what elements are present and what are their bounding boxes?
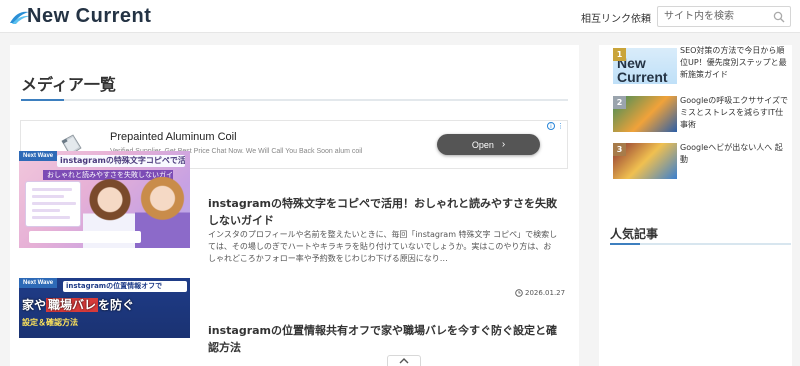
article-excerpt: インスタのプロフィールや名前を整えたいときに、毎回「instagram 特殊文字… — [208, 230, 558, 263]
ad-choices-badge[interactable]: i ⋮ — [547, 122, 564, 130]
ad-title[interactable]: Prepainted Aluminum Coil — [110, 131, 237, 143]
popular-thumbnail[interactable]: 2 — [613, 96, 677, 132]
search-icon[interactable] — [773, 11, 785, 23]
back-to-top-button[interactable] — [387, 355, 421, 366]
phone-illustration — [25, 181, 81, 227]
thumbnail-banner: instagramの位置情報オフで — [63, 281, 187, 292]
rank-badge: 3 — [613, 143, 626, 156]
article-title[interactable]: instagramの位置情報共有オフで家や職場バレを今すぐ防ぐ設定と確認方法 — [208, 322, 558, 356]
popular-thumbnail[interactable]: 3 — [613, 143, 677, 179]
popular-articles-heading: 人気記事 — [610, 227, 659, 241]
ad-more-icon: ⋮ — [557, 122, 564, 130]
thumbnail-headline-highlight: 職場バレ — [46, 298, 99, 312]
clock-icon — [515, 289, 523, 297]
popular-article-title[interactable]: Googleの呼吸エクササイズでミスとストレスを減らすIT仕事術 — [680, 95, 790, 131]
article-title[interactable]: instagramの特殊文字をコピペで活用！おしゃれと読みやすさを失敗しないガイ… — [208, 195, 558, 229]
logo-text: New Current — [27, 4, 152, 27]
title-underline-accent — [21, 99, 64, 101]
popular-thumbnail-logo: New Current — [617, 55, 668, 84]
rank-badge: 2 — [613, 96, 626, 109]
popular-article-title[interactable]: SEO対策の方法で今日から順位UP！優先度別ステップと最新施策ガイド — [680, 45, 790, 81]
character-illustration — [135, 177, 190, 248]
thumbnail-tag: Next Wave — [19, 278, 58, 288]
page-title: メディア一覧 — [21, 75, 116, 94]
ad-open-button[interactable]: Open › — [437, 134, 540, 155]
chevron-up-icon — [399, 358, 409, 364]
thumbnail-headline-part: 家や — [22, 298, 47, 312]
thumbnail-headline: 家や 職場バレ を防ぐ — [22, 296, 187, 314]
thumbnail-banner: instagramの特殊文字コピペで活用！ — [57, 155, 185, 167]
title-underline — [21, 99, 568, 101]
thumbnail-tag: Next Wave — [19, 151, 58, 161]
mutual-link-request-link[interactable]: 相互リンク依頼 — [581, 10, 651, 25]
article-date: 2026.01.27 — [515, 289, 565, 297]
popular-articles-widget: 人気記事 — [599, 210, 792, 366]
thumbnail-headline-part: を防ぐ — [98, 298, 135, 312]
article-thumbnail[interactable]: Next Wave instagramの位置情報オフで 家や 職場バレ を防ぐ 設定… — [19, 278, 190, 338]
article-thumbnail[interactable]: Next Wave instagramの特殊文字コピペで活用！ おしゃれと読みや… — [19, 151, 190, 248]
popular-article-title[interactable]: Googleヘビが出ない人へ 起動 — [680, 142, 790, 166]
heading-underline-accent — [610, 243, 640, 245]
thumbnail-caption-box — [29, 231, 141, 243]
article-date-text: 2026.01.27 — [525, 289, 566, 297]
popular-thumbnail[interactable]: New Current 1 — [613, 48, 677, 84]
thumbnail-subheadline: 設定＆確認方法 — [22, 318, 78, 327]
search-input[interactable] — [658, 7, 770, 26]
ad-open-label: Open — [471, 139, 494, 150]
site-logo[interactable]: New Current — [9, 4, 151, 28]
site-search — [657, 6, 791, 27]
site-header: New Current 相互リンク依頼 — [0, 0, 800, 33]
chevron-right-icon: › — [501, 139, 506, 150]
info-icon: i — [547, 122, 555, 130]
rank-badge: 1 — [613, 48, 626, 61]
